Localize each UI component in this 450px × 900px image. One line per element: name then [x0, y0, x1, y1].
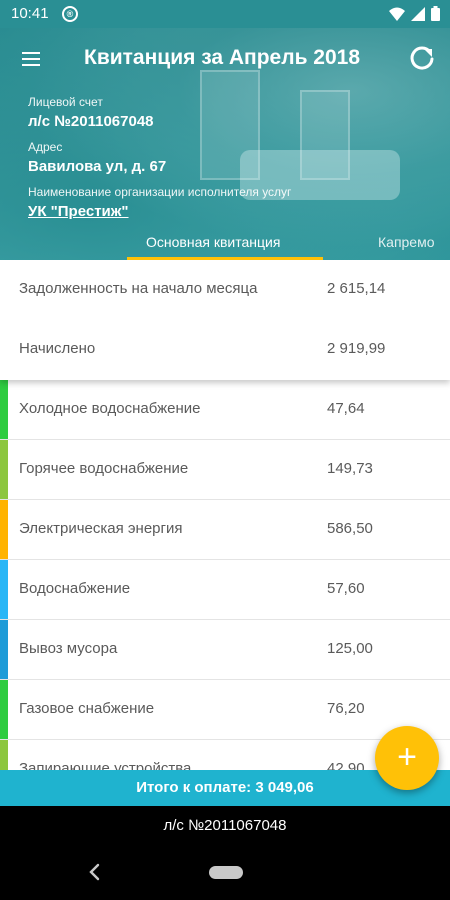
service-color-bar [0, 680, 8, 739]
tab-main-receipt[interactable]: Основная квитанция [146, 234, 280, 250]
charges-list: Задолженность на начало месяца 2 615,14 … [0, 260, 450, 770]
service-row[interactable]: Водоснабжение 57,60 [0, 560, 450, 620]
row-amount: 76,20 [327, 700, 365, 717]
row-name: Запирающие устройства [19, 760, 192, 770]
service-color-bar [0, 620, 8, 679]
row-amount: 2 919,99 [327, 340, 386, 357]
row-amount: 125,00 [327, 640, 373, 657]
organization-link[interactable]: УК "Престиж" [28, 203, 129, 220]
address-value: Вавилова ул, д. 67 [28, 158, 167, 175]
service-color-bar [0, 440, 8, 499]
menu-icon[interactable] [22, 52, 42, 68]
row-name: Горячее водоснабжение [19, 460, 189, 477]
status-bar: 10:41 ® [0, 0, 450, 28]
service-row[interactable]: Горячее водоснабжение 149,73 [0, 440, 450, 500]
receipt-header: Квитанция за Апрель 2018 Лицевой счет л/… [0, 0, 450, 260]
organization-label: Наименование организации исполнителя усл… [28, 185, 292, 199]
summary-row-accrued[interactable]: Начислено 2 919,99 [0, 320, 450, 380]
account-selector-bar[interactable]: л/с №2011067048 [0, 806, 450, 846]
row-name: Газовое снабжение [19, 700, 155, 717]
notification-icon: ® [62, 6, 78, 22]
account-value: л/с №2011067048 [28, 113, 154, 130]
row-name: Вывоз мусора [19, 640, 118, 657]
account-label: Лицевой счет [28, 95, 103, 109]
service-color-bar [0, 380, 8, 439]
service-color-bar [0, 500, 8, 559]
row-amount: 2 615,14 [327, 280, 386, 297]
summary-row-debt[interactable]: Задолженность на начало месяца 2 615,14 [0, 260, 450, 320]
page-title: Квитанция за Апрель 2018 [84, 46, 361, 69]
row-amount: 149,73 [327, 460, 373, 477]
back-icon[interactable] [86, 862, 102, 882]
toolbar: Квитанция за Апрель 2018 [0, 28, 450, 92]
tab-capital-repair[interactable]: Капремо [378, 234, 435, 250]
service-color-bar [0, 740, 8, 770]
service-row[interactable]: Электрическая энергия 586,50 [0, 500, 450, 560]
tab-bar: Основная квитанция Капремо [0, 228, 450, 260]
home-pill[interactable] [209, 866, 243, 879]
row-amount: 42,90 [327, 760, 365, 770]
system-navigation-bar [0, 846, 450, 900]
summary-section: Задолженность на начало месяца 2 615,14 … [0, 260, 450, 380]
row-name: Начислено [19, 340, 96, 357]
row-amount: 586,50 [327, 520, 373, 537]
row-name: Холодное водоснабжение [19, 400, 201, 417]
status-time: 10:41 [11, 5, 49, 22]
wifi-icon [389, 7, 405, 26]
add-button[interactable]: + [375, 726, 439, 790]
service-color-bar [0, 560, 8, 619]
battery-icon [431, 6, 440, 26]
row-amount: 47,64 [327, 400, 365, 417]
row-name: Задолженность на начало месяца [19, 280, 258, 297]
signal-icon [411, 6, 425, 26]
address-label: Адрес [28, 140, 63, 154]
plus-icon: + [397, 738, 417, 776]
row-name: Водоснабжение [19, 580, 131, 597]
row-name: Электрическая энергия [19, 520, 183, 537]
service-row[interactable]: Холодное водоснабжение 47,64 [0, 380, 450, 440]
refresh-icon[interactable] [408, 44, 436, 72]
service-row[interactable]: Вывоз мусора 125,00 [0, 620, 450, 680]
row-amount: 57,60 [327, 580, 365, 597]
